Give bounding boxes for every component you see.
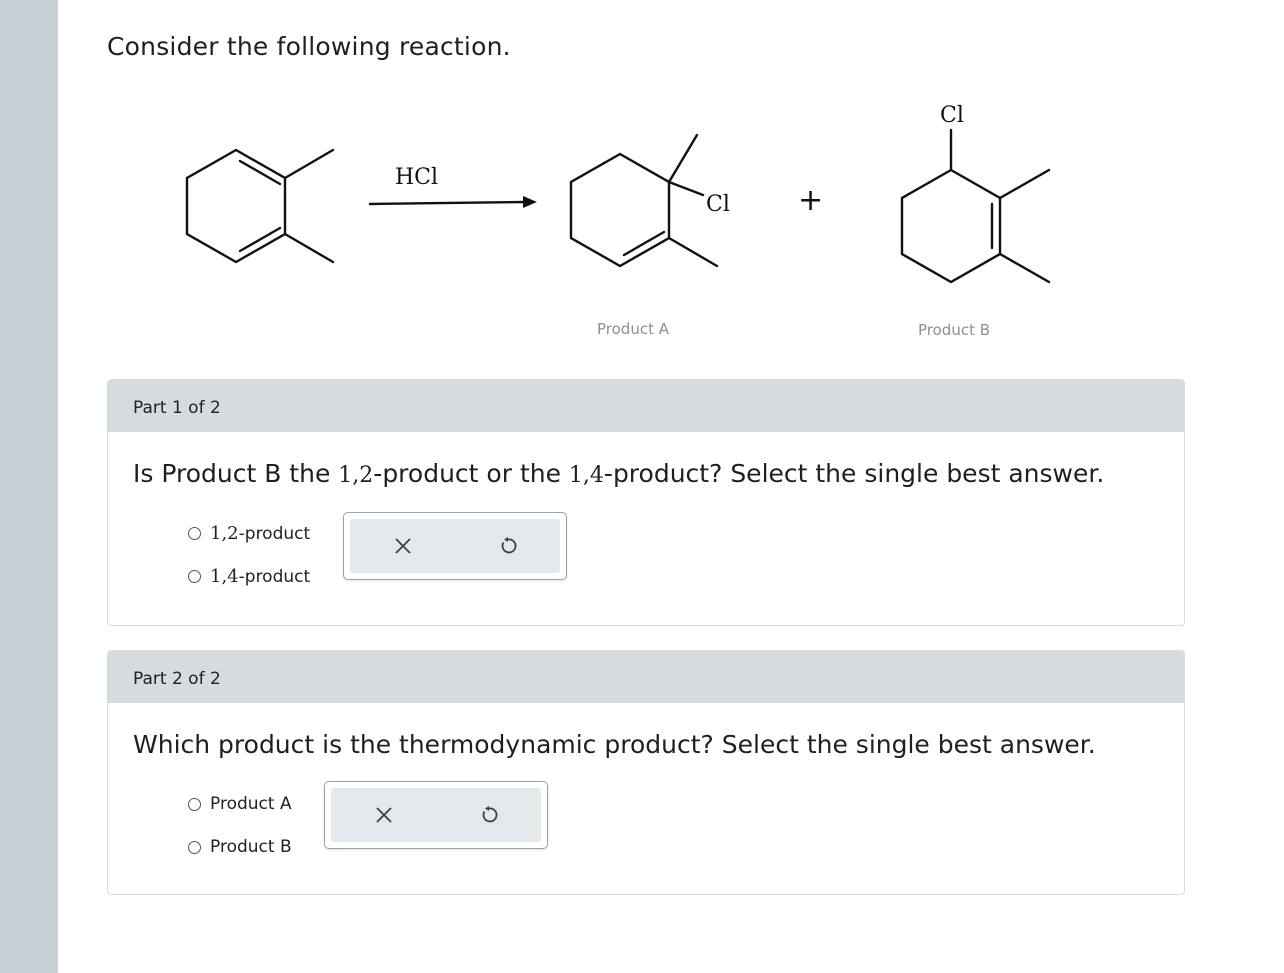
close-icon: [376, 807, 392, 823]
option-1-2-product[interactable]: 1,2 -product: [188, 523, 310, 544]
reactant-structure: [185, 148, 335, 264]
product-a-structure: [569, 133, 719, 268]
reset-button[interactable]: [493, 531, 523, 561]
product-a-label: Product A: [597, 320, 669, 338]
clear-button[interactable]: [369, 800, 399, 830]
product-a-chlorine: Cl: [706, 192, 730, 217]
reaction-arrow: [368, 200, 528, 206]
close-icon: [395, 538, 411, 554]
part-1-panel: Part 1 of 2 Is Product B the 1,2-product…: [107, 379, 1185, 626]
answer-toolbar: [324, 781, 548, 849]
part-2-header: Part 2 of 2: [108, 651, 1184, 703]
reaction-scheme: HCl Cl Cl +: [185, 103, 1051, 284]
part-2-title: Part 2 of 2: [133, 669, 221, 689]
product-b-label: Product B: [918, 321, 991, 339]
product-b-structure: [900, 128, 1051, 284]
option-product-b[interactable]: Product B: [188, 837, 292, 857]
radio-button[interactable]: [188, 840, 201, 854]
answer-toolbar: [343, 512, 567, 580]
radio-button[interactable]: [188, 527, 201, 540]
arrow-head: [523, 196, 537, 208]
option-product-a[interactable]: Product A: [188, 794, 292, 814]
product-b-chlorine: Cl: [940, 103, 964, 128]
reagent-label: HCl: [395, 165, 438, 190]
reset-button[interactable]: [474, 800, 504, 830]
part-1-title: Part 1 of 2: [133, 398, 221, 418]
option-1-4-product[interactable]: 1,4 -product: [188, 566, 310, 587]
part-2-question: Which product is the thermodynamic produ…: [133, 730, 1096, 759]
undo-icon: [482, 806, 498, 823]
part-2-panel: Part 2 of 2 Which product is the thermod…: [107, 650, 1185, 895]
clear-button[interactable]: [388, 531, 418, 561]
radio-button[interactable]: [188, 797, 201, 811]
plus-sign: +: [798, 183, 823, 218]
radio-button[interactable]: [188, 570, 201, 583]
part-1-header: Part 1 of 2: [108, 380, 1184, 432]
undo-icon: [501, 537, 517, 554]
part-1-question: Is Product B the 1,2-product or the 1,4-…: [133, 459, 1105, 488]
